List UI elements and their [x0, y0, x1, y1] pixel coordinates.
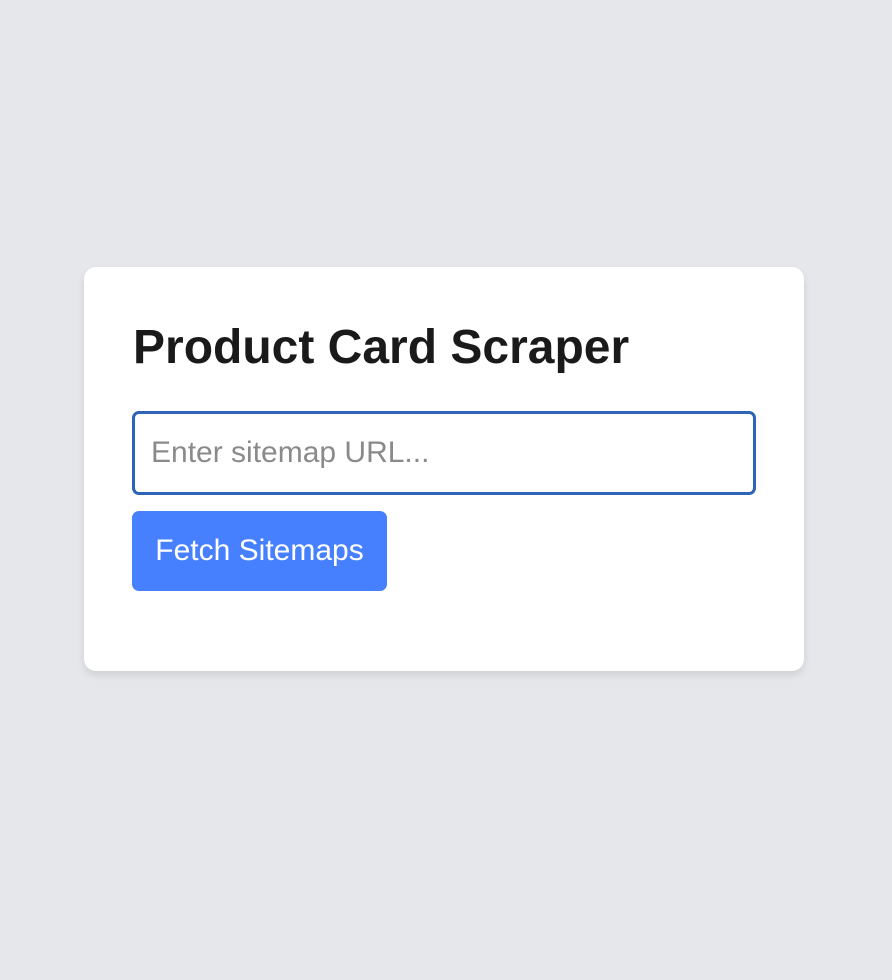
page-title: Product Card Scraper	[133, 321, 630, 374]
sitemap-url-input[interactable]	[132, 411, 756, 495]
fetch-sitemaps-button[interactable]: Fetch Sitemaps	[132, 511, 387, 591]
page-background: { "card": { "title": "Product Card Scrap…	[0, 0, 892, 980]
scraper-card: Product Card Scraper Fetch Sitemaps	[84, 267, 804, 671]
